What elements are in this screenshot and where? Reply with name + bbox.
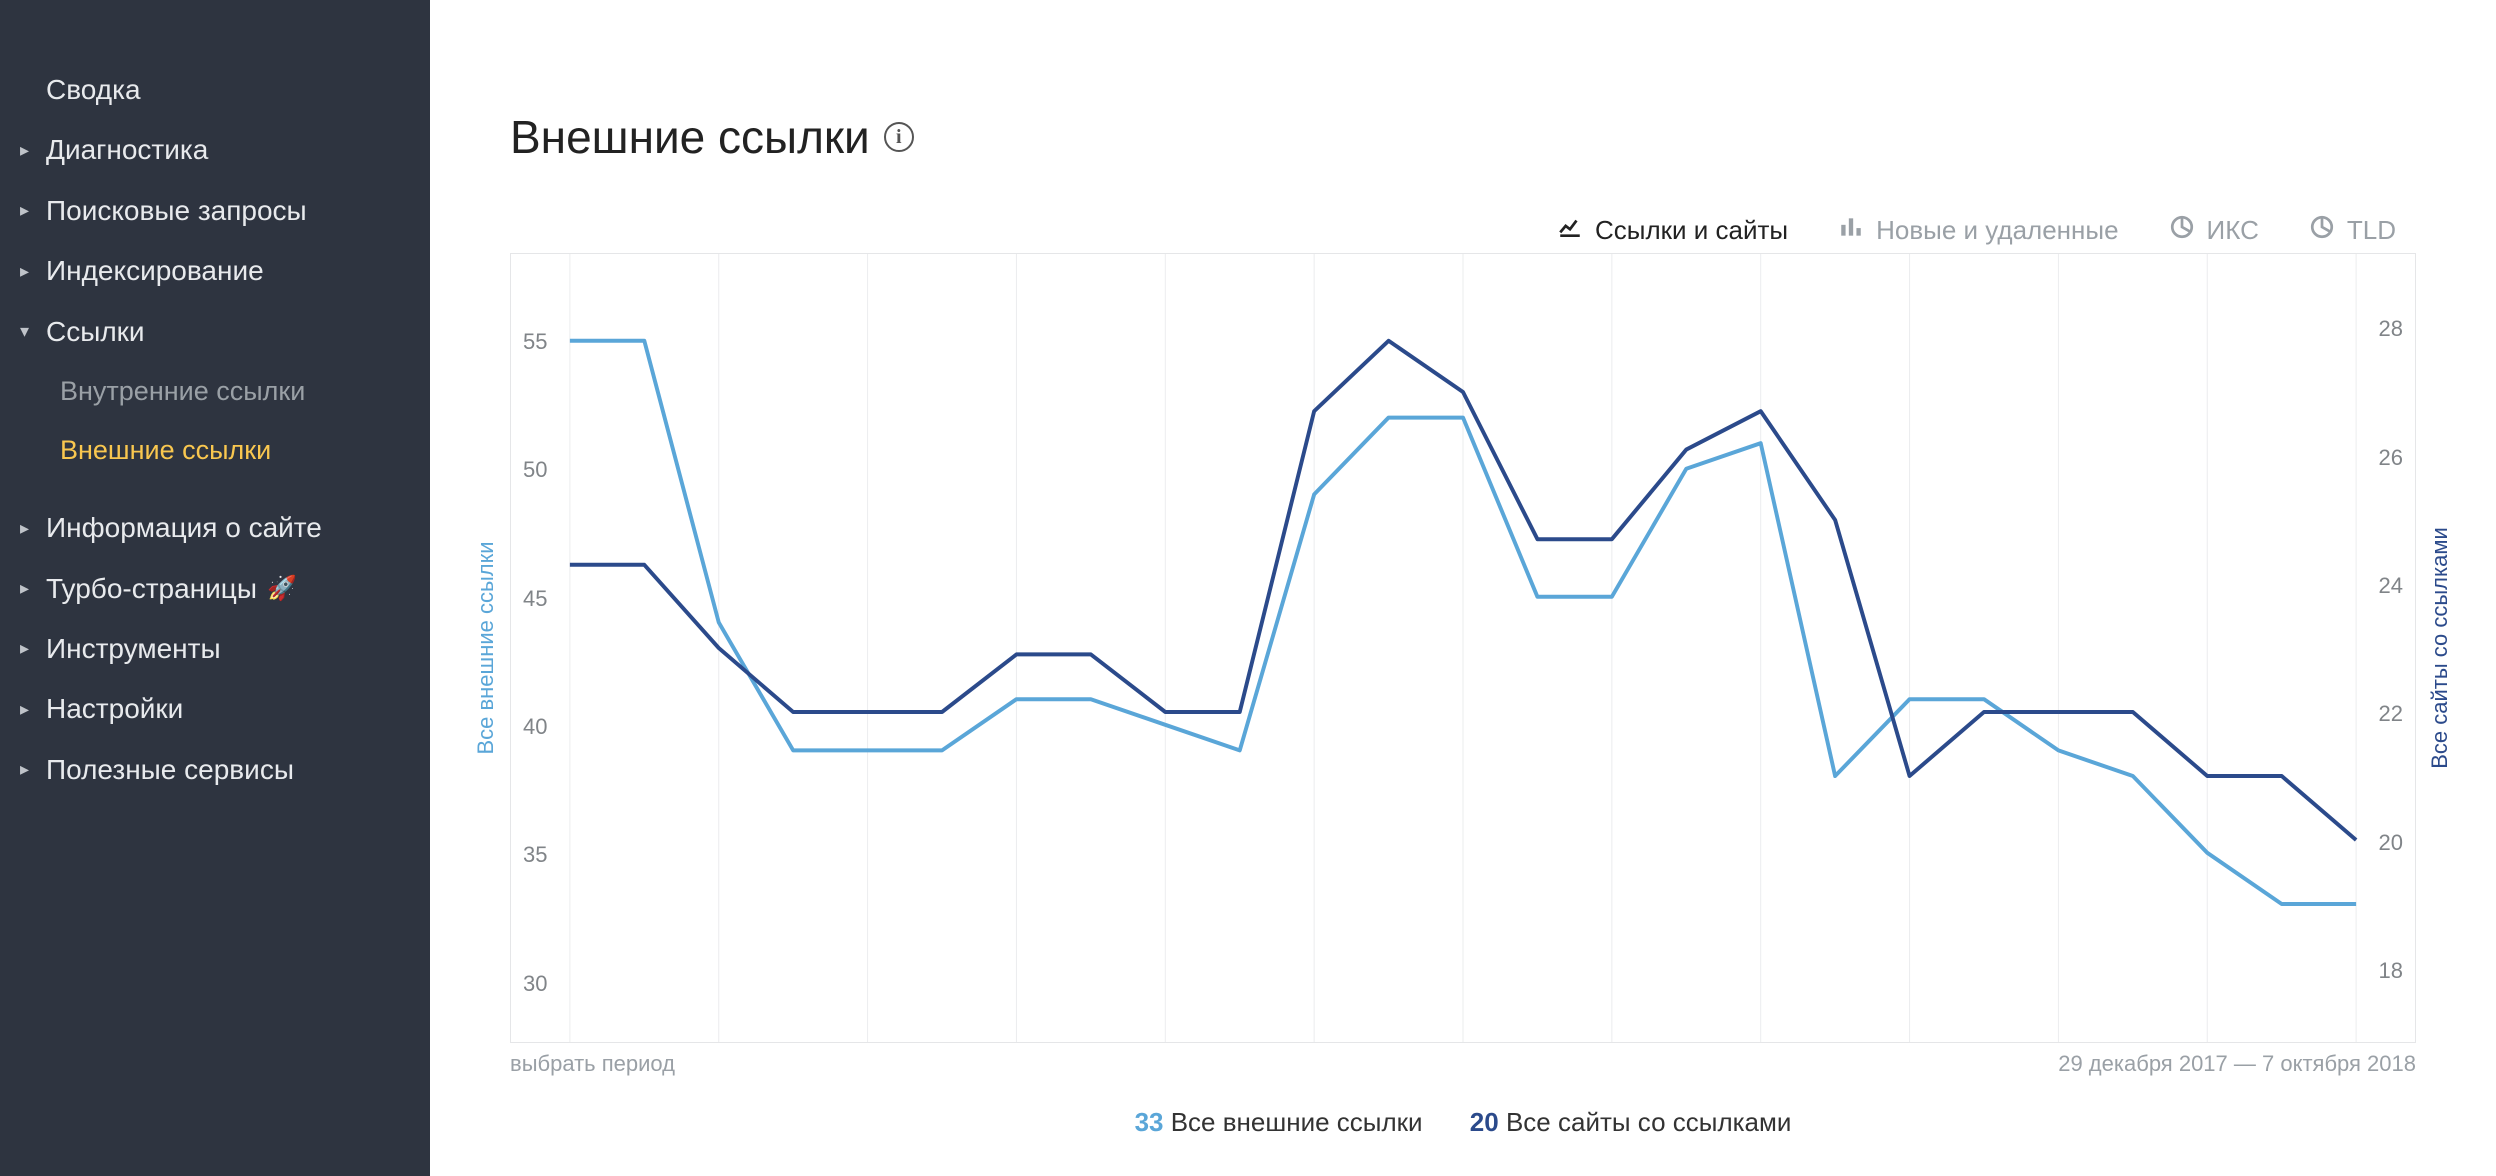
- sidebar-item-9[interactable]: ▸ Полезные сервисы: [0, 740, 430, 800]
- y-axis-left-label: Все внешние ссылки: [473, 541, 499, 754]
- legend-series2-value: 20: [1470, 1107, 1499, 1137]
- y-tick-right: 24: [2379, 573, 2403, 599]
- y-tick-left: 30: [523, 971, 547, 997]
- y-tick-right: 18: [2379, 958, 2403, 984]
- pie-chart-icon: [2309, 214, 2335, 247]
- rocket-icon: 🚀: [267, 573, 297, 604]
- tab-1[interactable]: Новые и удаленные: [1838, 214, 2118, 247]
- chevron-right-icon: ▸: [20, 577, 38, 600]
- tab-label: ИКС: [2207, 215, 2259, 246]
- sidebar-item-label: Внутренние ссылки: [60, 374, 305, 409]
- sidebar-item-3[interactable]: ▸ Индексирование: [0, 241, 430, 301]
- y-tick-right: 22: [2379, 701, 2403, 727]
- chart-legend: 33 Все внешние ссылки 20 Все сайты со сс…: [510, 1107, 2416, 1138]
- page-title-row: Внешние ссылки i: [510, 110, 2416, 164]
- chart-tabs: Ссылки и сайты Новые и удаленные ИКС TLD: [510, 214, 2416, 247]
- sidebar-item-1[interactable]: ▸ Диагностика: [0, 120, 430, 180]
- chart-svg: [511, 254, 2415, 1042]
- legend-series2-label: Все сайты со ссылками: [1506, 1107, 1791, 1137]
- sidebar-item-label: Турбо-страницы: [46, 571, 257, 607]
- legend-series1-label: Все внешние ссылки: [1171, 1107, 1423, 1137]
- sidebar-item-4[interactable]: ▾ Ссылки: [0, 302, 430, 362]
- sidebar-item-label: Настройки: [46, 691, 183, 727]
- sidebar-item-7[interactable]: ▸ Инструменты: [0, 619, 430, 679]
- chevron-right-icon: ▸: [20, 698, 38, 721]
- pie-chart-icon: [2169, 214, 2195, 247]
- info-icon[interactable]: i: [884, 122, 914, 152]
- sidebar-item-label: Сводка: [46, 72, 141, 108]
- sidebar-subitem-0[interactable]: Внутренние ссылки: [0, 362, 430, 421]
- sidebar-item-label: Индексирование: [46, 253, 264, 289]
- main-content: Внешние ссылки i Ссылки и сайты Новые и у…: [430, 0, 2496, 1176]
- tab-label: TLD: [2347, 215, 2396, 246]
- sidebar-subitem-1[interactable]: Внешние ссылки: [0, 421, 430, 480]
- sidebar-item-label: Полезные сервисы: [46, 752, 294, 788]
- y-tick-left: 40: [523, 714, 547, 740]
- y-tick-right: 28: [2379, 316, 2403, 342]
- chevron-down-icon: ▾: [20, 320, 38, 343]
- tab-label: Ссылки и сайты: [1595, 215, 1788, 246]
- sidebar: ▸Сводка▸Диагностика▸Поисковые запросы▸Ин…: [0, 0, 430, 1176]
- bar-chart-icon: [1838, 214, 1864, 247]
- y-tick-left: 50: [523, 457, 547, 483]
- sidebar-item-5[interactable]: ▸ Информация о сайте: [0, 498, 430, 558]
- sidebar-item-label: Диагностика: [46, 132, 208, 168]
- page-title: Внешние ссылки: [510, 110, 870, 164]
- date-range: 29 декабря 2017 — 7 октября 2018: [2058, 1051, 2416, 1077]
- chart-footer: выбрать период 29 декабря 2017 — 7 октяб…: [510, 1051, 2416, 1077]
- sidebar-item-label: Информация о сайте: [46, 510, 322, 546]
- legend-series1-value: 33: [1135, 1107, 1164, 1137]
- sidebar-item-2[interactable]: ▸ Поисковые запросы: [0, 181, 430, 241]
- sidebar-item-label: Ссылки: [46, 314, 145, 350]
- sidebar-item-6[interactable]: ▸ Турбо-страницы 🚀: [0, 559, 430, 619]
- y-tick-right: 26: [2379, 445, 2403, 471]
- tab-3[interactable]: TLD: [2309, 214, 2396, 247]
- y-tick-left: 55: [523, 329, 547, 355]
- y-tick-left: 35: [523, 842, 547, 868]
- sidebar-item-label: Поисковые запросы: [46, 193, 307, 229]
- chart-area: Все внешние ссылки Все сайты со ссылками…: [510, 253, 2416, 1043]
- chevron-right-icon: ▸: [20, 139, 38, 162]
- chevron-right-icon: ▸: [20, 517, 38, 540]
- sidebar-item-8[interactable]: ▸ Настройки: [0, 679, 430, 739]
- chevron-right-icon: ▸: [20, 758, 38, 781]
- chevron-right-icon: ▸: [20, 199, 38, 222]
- y-axis-right-label: Все сайты со ссылками: [2427, 527, 2453, 769]
- tab-label: Новые и удаленные: [1876, 215, 2118, 246]
- chevron-right-icon: ▸: [20, 260, 38, 283]
- y-tick-left: 45: [523, 586, 547, 612]
- tab-0[interactable]: Ссылки и сайты: [1557, 214, 1788, 247]
- line-chart-icon: [1557, 214, 1583, 247]
- sidebar-item-0[interactable]: ▸Сводка: [0, 60, 430, 120]
- tab-2[interactable]: ИКС: [2169, 214, 2259, 247]
- sidebar-item-label: Внешние ссылки: [60, 433, 271, 468]
- sidebar-item-label: Инструменты: [46, 631, 221, 667]
- select-period-link[interactable]: выбрать период: [510, 1051, 675, 1077]
- chevron-right-icon: ▸: [20, 637, 38, 660]
- y-tick-right: 20: [2379, 830, 2403, 856]
